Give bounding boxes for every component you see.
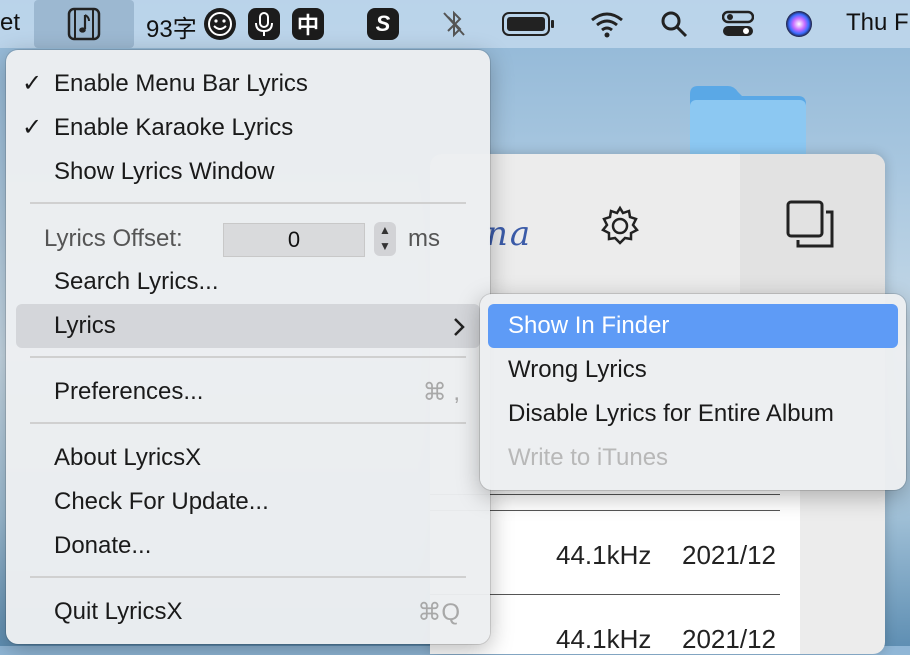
s-app-label: S [375,11,391,36]
menu-item-lyrics[interactable]: Lyrics [16,304,480,348]
offset-label: Lyrics Offset: [44,225,183,252]
control-center-icon[interactable] [722,10,754,38]
menu-item-quit[interactable]: Quit LyricsX ⌘Q [16,590,480,634]
lyrics-submenu: Show In Finder Wrong Lyrics Disable Lyri… [480,294,906,490]
input-count-indicator[interactable]: 93字 [146,9,197,44]
menu-item-donate[interactable]: Donate... [16,524,480,568]
checkmark-icon: ✓ [22,114,43,141]
menu-item-enable-menu-bar-lyrics[interactable]: ✓ Enable Menu Bar Lyrics [16,62,480,106]
checkmark-icon: ✓ [22,70,43,97]
menu-item-label: Write to iTunes [508,444,669,471]
sample-rate: 44.1kHz [556,624,652,654]
lyricsx-app-icon [67,7,101,41]
menu-item-show-lyrics-window[interactable]: Show Lyrics Window [16,150,480,194]
menu-item-label: Enable Karaoke Lyrics [54,114,294,141]
lyrics-offset-row: Lyrics Offset: 0 ▲ ▼ ms [6,216,490,262]
menu-item-search-lyrics[interactable]: Search Lyrics... [16,260,480,304]
copy-window-icon[interactable] [786,200,836,250]
submenu-item-show-in-finder[interactable]: Show In Finder [488,304,898,348]
gear-icon[interactable] [598,204,642,248]
date: 2021/12 [682,540,776,570]
menu-item-label: Lyrics [54,312,116,339]
emoji-icon[interactable] [204,8,236,40]
menu-item-label: Show Lyrics Window [54,158,275,185]
lyrics-script-text: na [486,214,533,254]
wifi-icon[interactable] [590,10,624,38]
submenu-item-wrong-lyrics[interactable]: Wrong Lyrics [488,348,898,392]
chevron-down-icon[interactable]: ▼ [374,238,396,254]
menu-item-label: Search Lyrics... [54,268,219,295]
menu-bar-clock[interactable]: Thu F [846,9,909,37]
ime-indicator[interactable]: 中 [292,8,324,40]
offset-unit: ms [408,225,440,252]
menu-item-about[interactable]: About LyricsX [16,436,480,480]
shortcut-label: ⌘Q [417,599,460,626]
search-icon[interactable] [660,10,688,38]
date: 2021/12 [682,624,776,654]
menu-item-label: Wrong Lyrics [508,356,647,383]
menu-item-label: Donate... [54,532,152,559]
lyricsx-menu-extra[interactable] [34,0,134,48]
menu-item-enable-karaoke-lyrics[interactable]: ✓ Enable Karaoke Lyrics [16,106,480,150]
lyricsx-menu: ✓ Enable Menu Bar Lyrics ✓ Enable Karaok… [6,50,490,644]
menu-bar: et 93字 中 S Thu F [0,0,910,48]
submenu-item-write-itunes: Write to iTunes [488,436,898,480]
offset-stepper[interactable]: ▲ ▼ [374,222,396,256]
chevron-right-icon [452,316,466,344]
menu-item-preferences[interactable]: Preferences... ⌘ , [16,370,480,414]
menu-separator [30,576,466,578]
menu-item-label: Check For Update... [54,488,269,515]
menu-item-label: Enable Menu Bar Lyrics [54,70,308,97]
shortcut-label: ⌘ , [422,379,460,406]
menu-item-label: Preferences... [54,378,204,405]
menu-separator [30,356,466,358]
sample-rate: 44.1kHz [556,540,652,570]
menu-item-label: Show In Finder [508,312,670,339]
folder-icon[interactable] [688,82,808,162]
microphone-icon[interactable] [248,8,280,40]
bluetooth-icon[interactable] [442,9,466,39]
menu-bar-fragment: et [0,9,21,36]
battery-icon[interactable] [502,11,556,37]
offset-input[interactable]: 0 [223,223,365,257]
menu-item-label: Disable Lyrics for Entire Album [508,400,834,427]
s-app-icon[interactable]: S [367,8,399,40]
chevron-up-icon[interactable]: ▲ [374,222,396,238]
menu-item-label: Quit LyricsX [54,598,183,625]
submenu-item-disable-album[interactable]: Disable Lyrics for Entire Album [488,392,898,436]
siri-icon[interactable] [784,9,814,39]
menu-item-label: About LyricsX [54,444,202,471]
menu-separator [30,202,466,204]
menu-item-check-update[interactable]: Check For Update... [16,480,480,524]
menu-separator [30,422,466,424]
